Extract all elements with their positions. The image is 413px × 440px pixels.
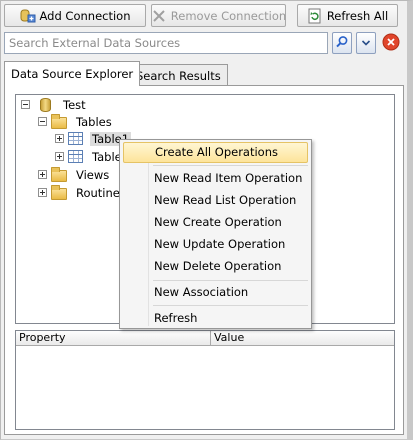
table-icon — [68, 150, 83, 163]
tree-node-table2[interactable]: Table1 — [55, 148, 129, 165]
search-input[interactable]: Search External Data Sources — [4, 32, 328, 54]
tree-label: Views — [76, 167, 110, 182]
add-connection-icon — [20, 8, 36, 24]
search-placeholder: Search External Data Sources — [9, 36, 181, 50]
remove-connection-button[interactable]: Remove Connection — [151, 4, 286, 27]
database-icon — [40, 97, 51, 112]
menu-item-new-read-item-operation[interactable]: New Read Item Operation — [123, 168, 308, 189]
column-header-value[interactable]: Value — [211, 331, 396, 345]
folder-icon — [51, 185, 67, 200]
tab-label: Data Source Explorer — [11, 67, 134, 81]
tree-label: Test — [63, 97, 86, 112]
search-options-dropdown[interactable] — [356, 32, 376, 54]
tree-node-tables[interactable]: Tables — [38, 113, 112, 130]
menu-item-new-update-operation[interactable]: New Update Operation — [123, 234, 308, 255]
collapse-toggle[interactable] — [21, 100, 30, 109]
menu-separator — [153, 280, 308, 281]
menu-separator — [153, 165, 308, 166]
menu-item-new-read-list-operation[interactable]: New Read List Operation — [123, 190, 308, 211]
add-connection-button[interactable]: Add Connection — [4, 4, 146, 27]
tree-node-views[interactable]: Views — [38, 166, 109, 183]
tree-node-test[interactable]: Test — [21, 96, 86, 113]
tab-search-results[interactable]: Search Results — [129, 64, 228, 86]
chevron-down-icon — [361, 37, 371, 50]
remove-connection-label: Remove Connection — [170, 8, 287, 23]
tab-data-source-explorer[interactable]: Data Source Explorer — [4, 61, 141, 86]
column-header-property[interactable]: Property — [16, 331, 211, 345]
folder-open-icon — [51, 114, 67, 129]
search-button[interactable] — [332, 32, 352, 54]
menu-item-create-all-operations[interactable]: Create All Operations — [123, 142, 308, 163]
remove-x-icon — [151, 8, 167, 24]
tree-node-routines[interactable]: Routines — [38, 184, 126, 201]
menu-item-new-delete-operation[interactable]: New Delete Operation — [123, 256, 308, 277]
refresh-all-button[interactable]: Refresh All — [297, 4, 398, 27]
refresh-all-label: Refresh All — [326, 8, 389, 23]
expand-toggle[interactable] — [55, 152, 64, 161]
search-icon — [335, 35, 349, 52]
clear-search-button[interactable] — [380, 32, 402, 54]
tree-label: Tables — [76, 114, 112, 129]
expand-toggle[interactable] — [38, 170, 47, 179]
property-grid: Property Value — [15, 330, 395, 430]
close-icon — [382, 33, 400, 54]
add-connection-label: Add Connection — [39, 8, 131, 23]
tab-label: Search Results — [136, 68, 221, 83]
folder-icon — [51, 167, 67, 182]
table-icon — [68, 132, 83, 145]
property-grid-header: Property Value — [16, 331, 394, 346]
expand-toggle[interactable] — [55, 134, 64, 143]
menu-item-new-association[interactable]: New Association — [123, 282, 308, 303]
menu-item-refresh[interactable]: Refresh — [123, 308, 308, 329]
refresh-icon — [307, 8, 323, 24]
collapse-toggle[interactable] — [38, 117, 47, 126]
menu-item-new-create-operation[interactable]: New Create Operation — [123, 212, 308, 233]
menu-separator — [153, 305, 308, 306]
context-menu: Create All Operations New Read Item Oper… — [119, 139, 312, 329]
expand-toggle[interactable] — [38, 188, 47, 197]
